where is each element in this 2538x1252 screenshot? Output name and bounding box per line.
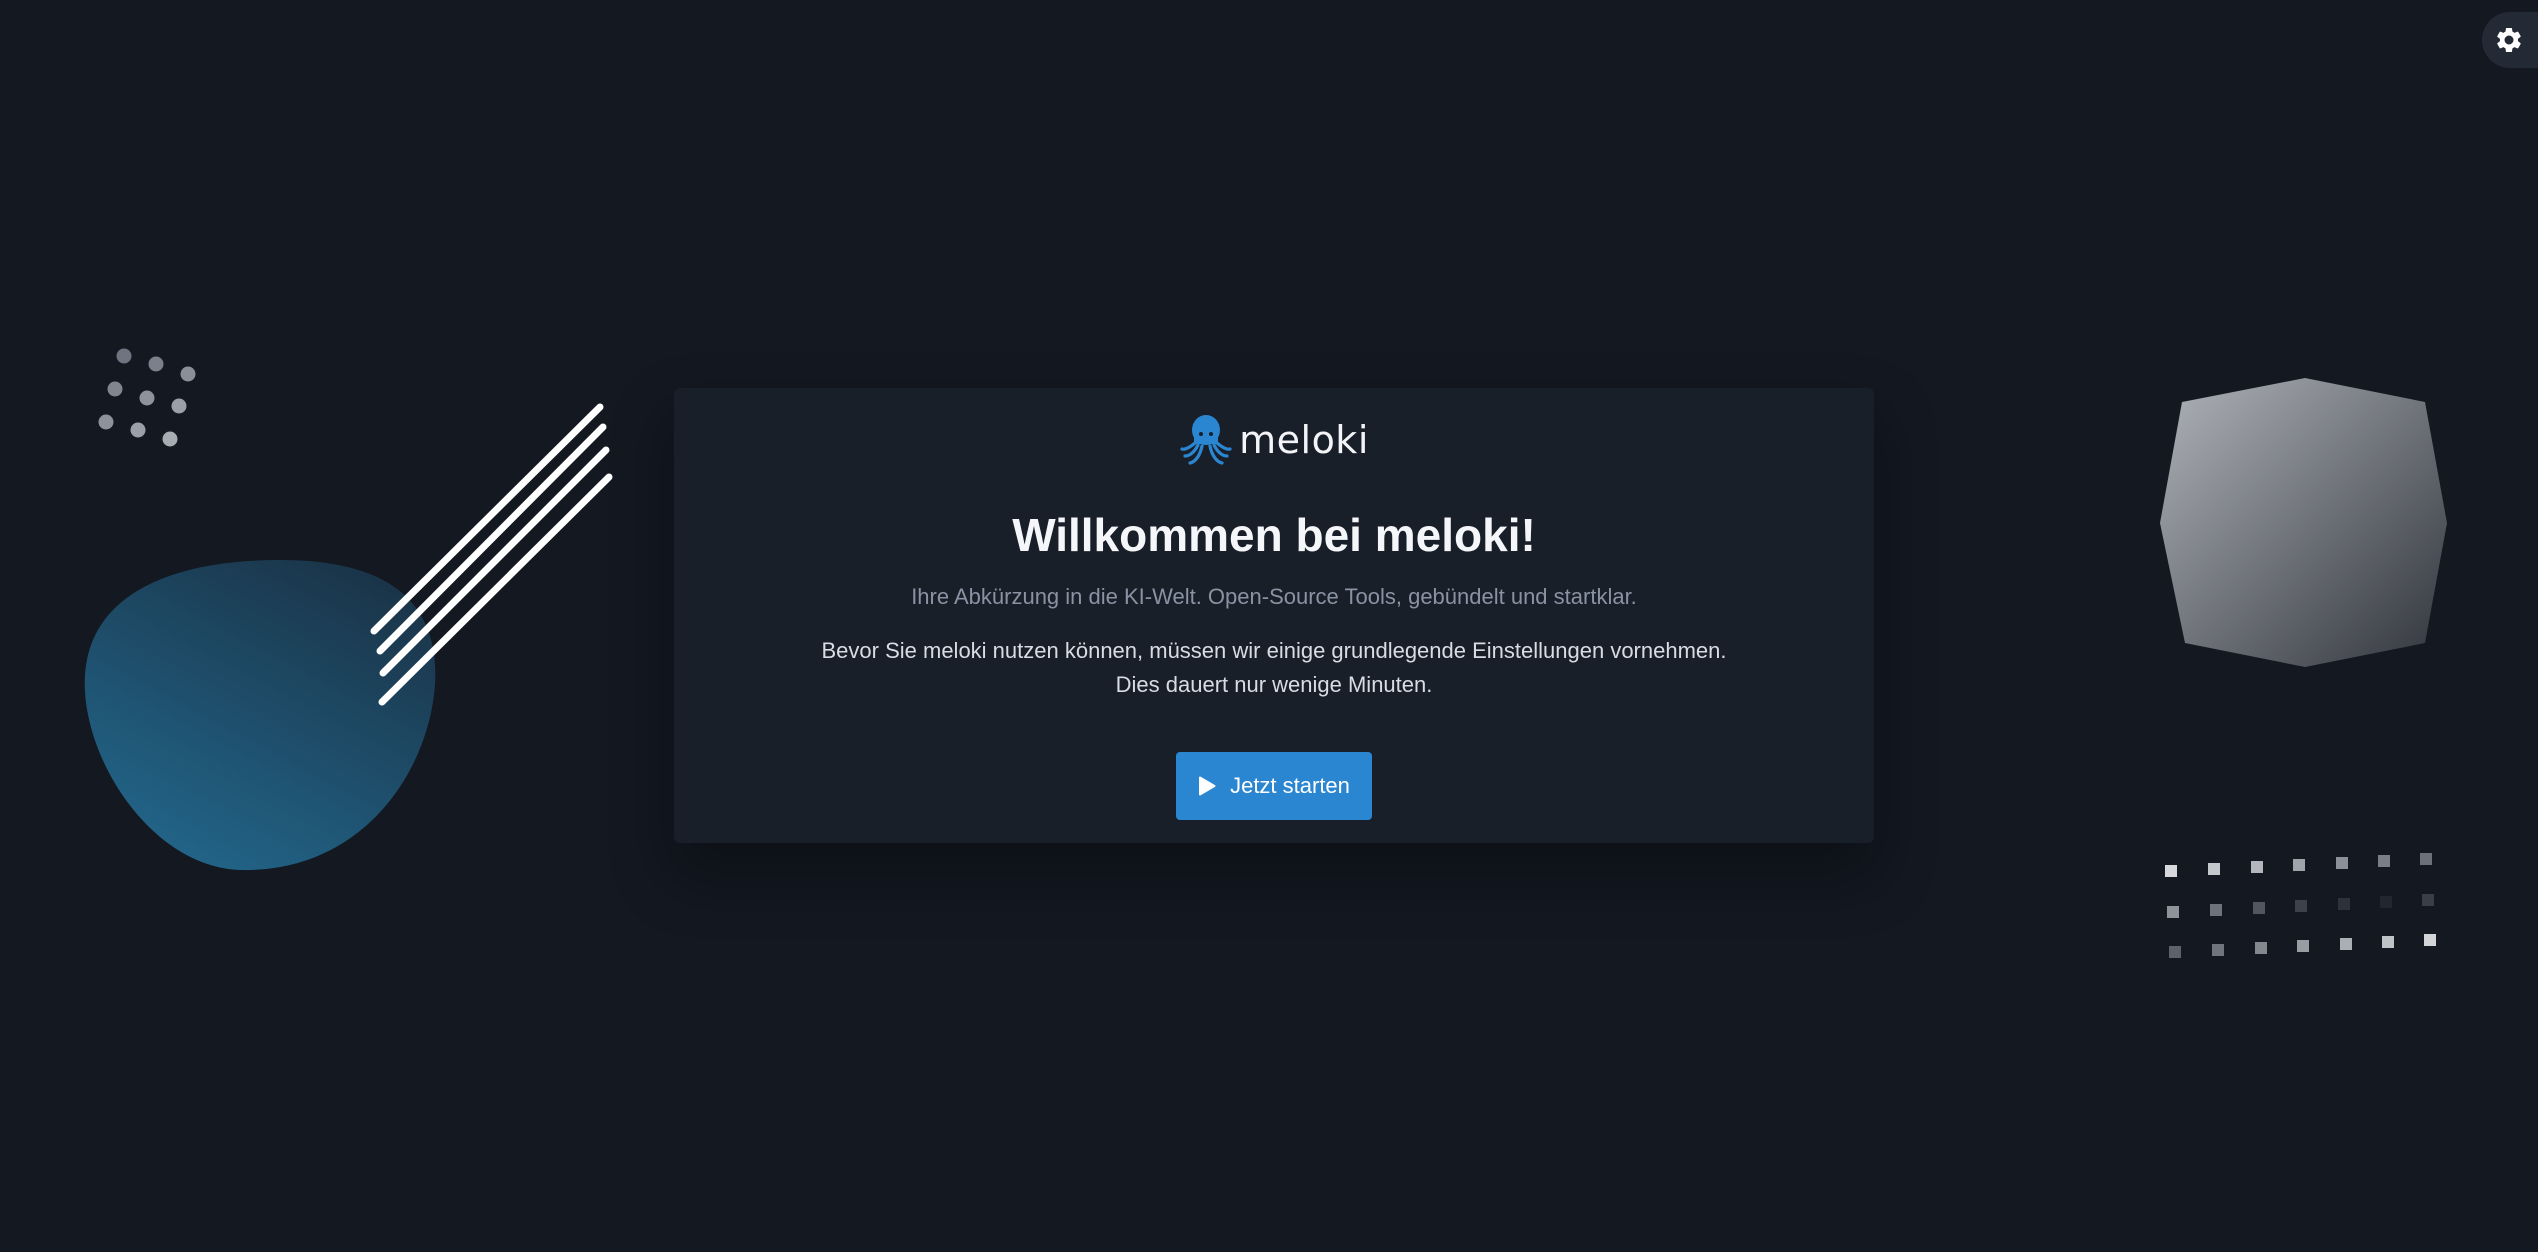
setup-welcome-screen: meloki Willkommen bei meloki! Ihre Abkür… — [0, 0, 2538, 1252]
gear-icon — [2497, 27, 2521, 53]
brand-name: meloki — [1239, 418, 1369, 462]
decorative-lines — [370, 403, 613, 706]
decorative-dots — [98, 348, 196, 447]
welcome-card: meloki Willkommen bei meloki! Ihre Abkür… — [674, 388, 1874, 843]
setup-description: Bevor Sie meloki nutzen können, müssen w… — [674, 634, 1874, 702]
decorative-square-grid — [2165, 853, 2436, 958]
start-button[interactable]: Jetzt starten — [1176, 752, 1372, 820]
settings-button[interactable] — [2482, 12, 2538, 68]
page-title: Willkommen bei meloki! — [1012, 509, 1536, 561]
page-subtitle: Ihre Abkürzung in die KI-Welt. Open-Sour… — [911, 584, 1637, 609]
octopus-icon — [1180, 415, 1232, 465]
start-button-label: Jetzt starten — [1230, 773, 1350, 798]
brand-logo: meloki — [674, 412, 1874, 468]
play-icon — [1199, 776, 1216, 796]
decorative-polygon — [2160, 378, 2447, 667]
setup-description-line-2: Dies dauert nur wenige Minuten. — [1115, 672, 1433, 697]
setup-description-line-1: Bevor Sie meloki nutzen können, müssen w… — [821, 638, 1727, 663]
